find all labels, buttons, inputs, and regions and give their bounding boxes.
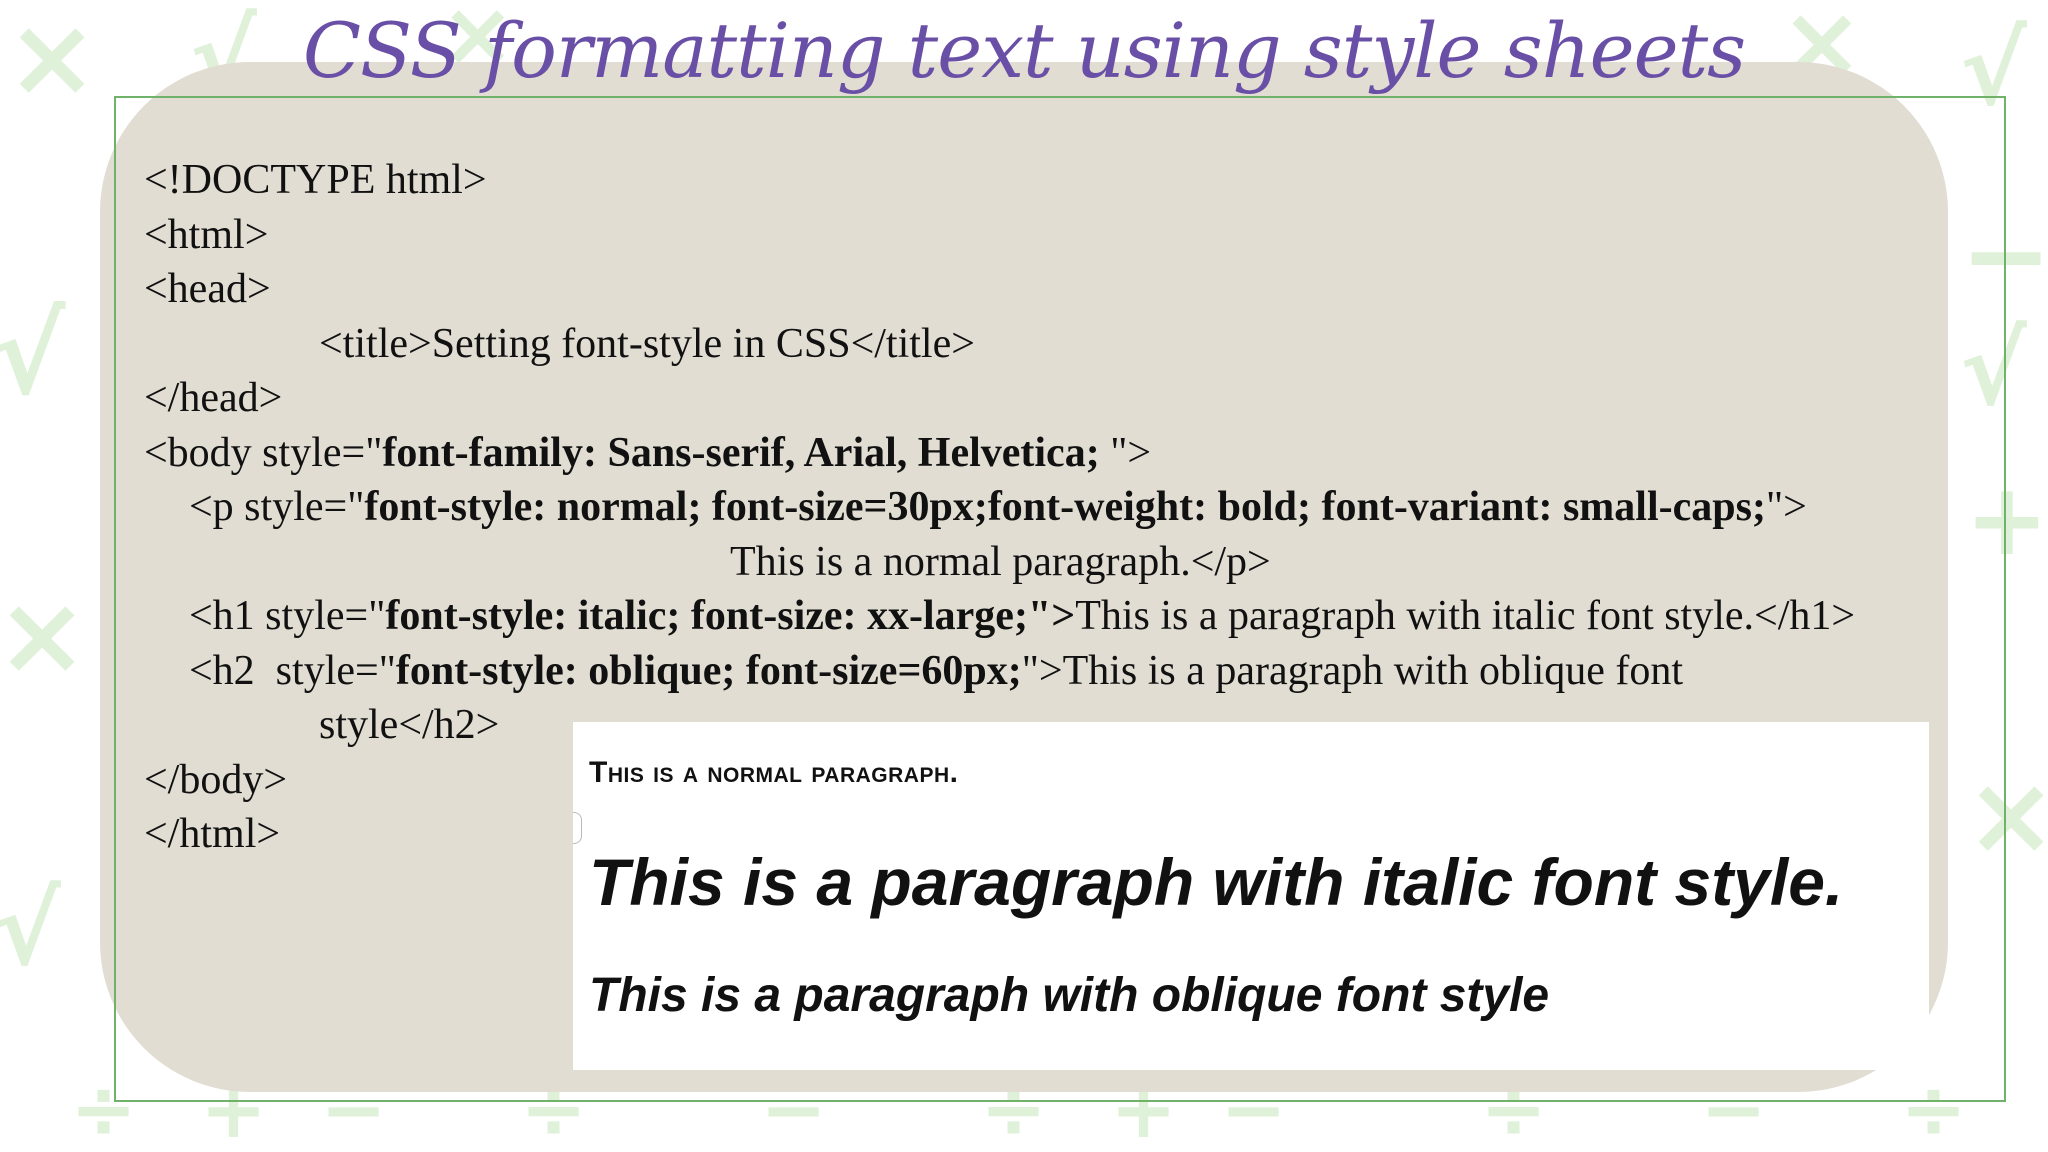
code-text: <h2 style=" <box>189 647 396 694</box>
code-line: <h1 style="font-style: italic; font-size… <box>144 589 1855 644</box>
code-text: <h1 style=" <box>189 593 386 639</box>
code-bold-text: font-style: normal; font-size=30px;font-… <box>364 484 1766 530</box>
code-text: <html> <box>144 211 269 258</box>
code-text: ">This is a paragraph with oblique font <box>1021 647 1684 694</box>
code-line: <html> <box>144 208 1855 263</box>
code-text: "> <box>1110 429 1152 476</box>
code-line: </head> <box>144 371 1855 426</box>
code-bold-text: font-family: Sans-serif, Arial, Helvetic… <box>382 429 1111 476</box>
code-text: </head> <box>144 375 283 421</box>
output-italic-heading: This is a paragraph with italic font sty… <box>589 845 1844 919</box>
output-oblique-heading: This is a paragraph with oblique font st… <box>589 969 1550 1022</box>
code-line: <!DOCTYPE html> <box>144 153 1855 208</box>
code-line: <title>Setting font-style in CSS</title> <box>144 317 1855 372</box>
code-text: This is a normal paragraph.</p> <box>730 538 1271 585</box>
code-text: <body style=" <box>144 429 383 476</box>
code-text: "> <box>1765 484 1807 530</box>
code-line: <head> <box>144 262 1855 317</box>
output-normal-paragraph: This is a normal paragraph. <box>589 756 959 789</box>
code-bold-text: font-style: oblique; font-size=60px; <box>395 647 1022 694</box>
rendered-output-screenshot: This is a normal paragraph. This is a pa… <box>573 722 1929 1070</box>
slide-title: CSS formatting text using style sheets <box>302 6 1746 95</box>
code-text: </html> <box>144 811 281 857</box>
times-symbol-icon: × <box>0 571 89 699</box>
code-text: <p style=" <box>189 484 365 530</box>
code-line: <p style="font-style: normal; font-size=… <box>144 480 1855 535</box>
code-text: This is a paragraph with italic font sty… <box>1075 593 1856 639</box>
image-resize-handle <box>573 812 582 844</box>
sqrt-symbol-icon: √ <box>0 291 66 419</box>
code-text: <!DOCTYPE html> <box>144 157 487 203</box>
code-line: This is a normal paragraph.</p> <box>144 535 1855 590</box>
code-text: style</h2> <box>319 702 500 748</box>
code-bold-text: font-style: italic; font-size: xx-large;… <box>385 593 1076 639</box>
code-text: </body> <box>144 756 288 803</box>
code-line: <body style="font-family: Sans-serif, Ar… <box>144 426 1855 481</box>
sqrt-symbol-icon: √ <box>0 871 61 988</box>
code-text: <head> <box>144 266 271 312</box>
code-line: <h2 style="font-style: oblique; font-siz… <box>144 644 1855 699</box>
code-text: <title>Setting font-style in CSS</title> <box>319 320 975 367</box>
